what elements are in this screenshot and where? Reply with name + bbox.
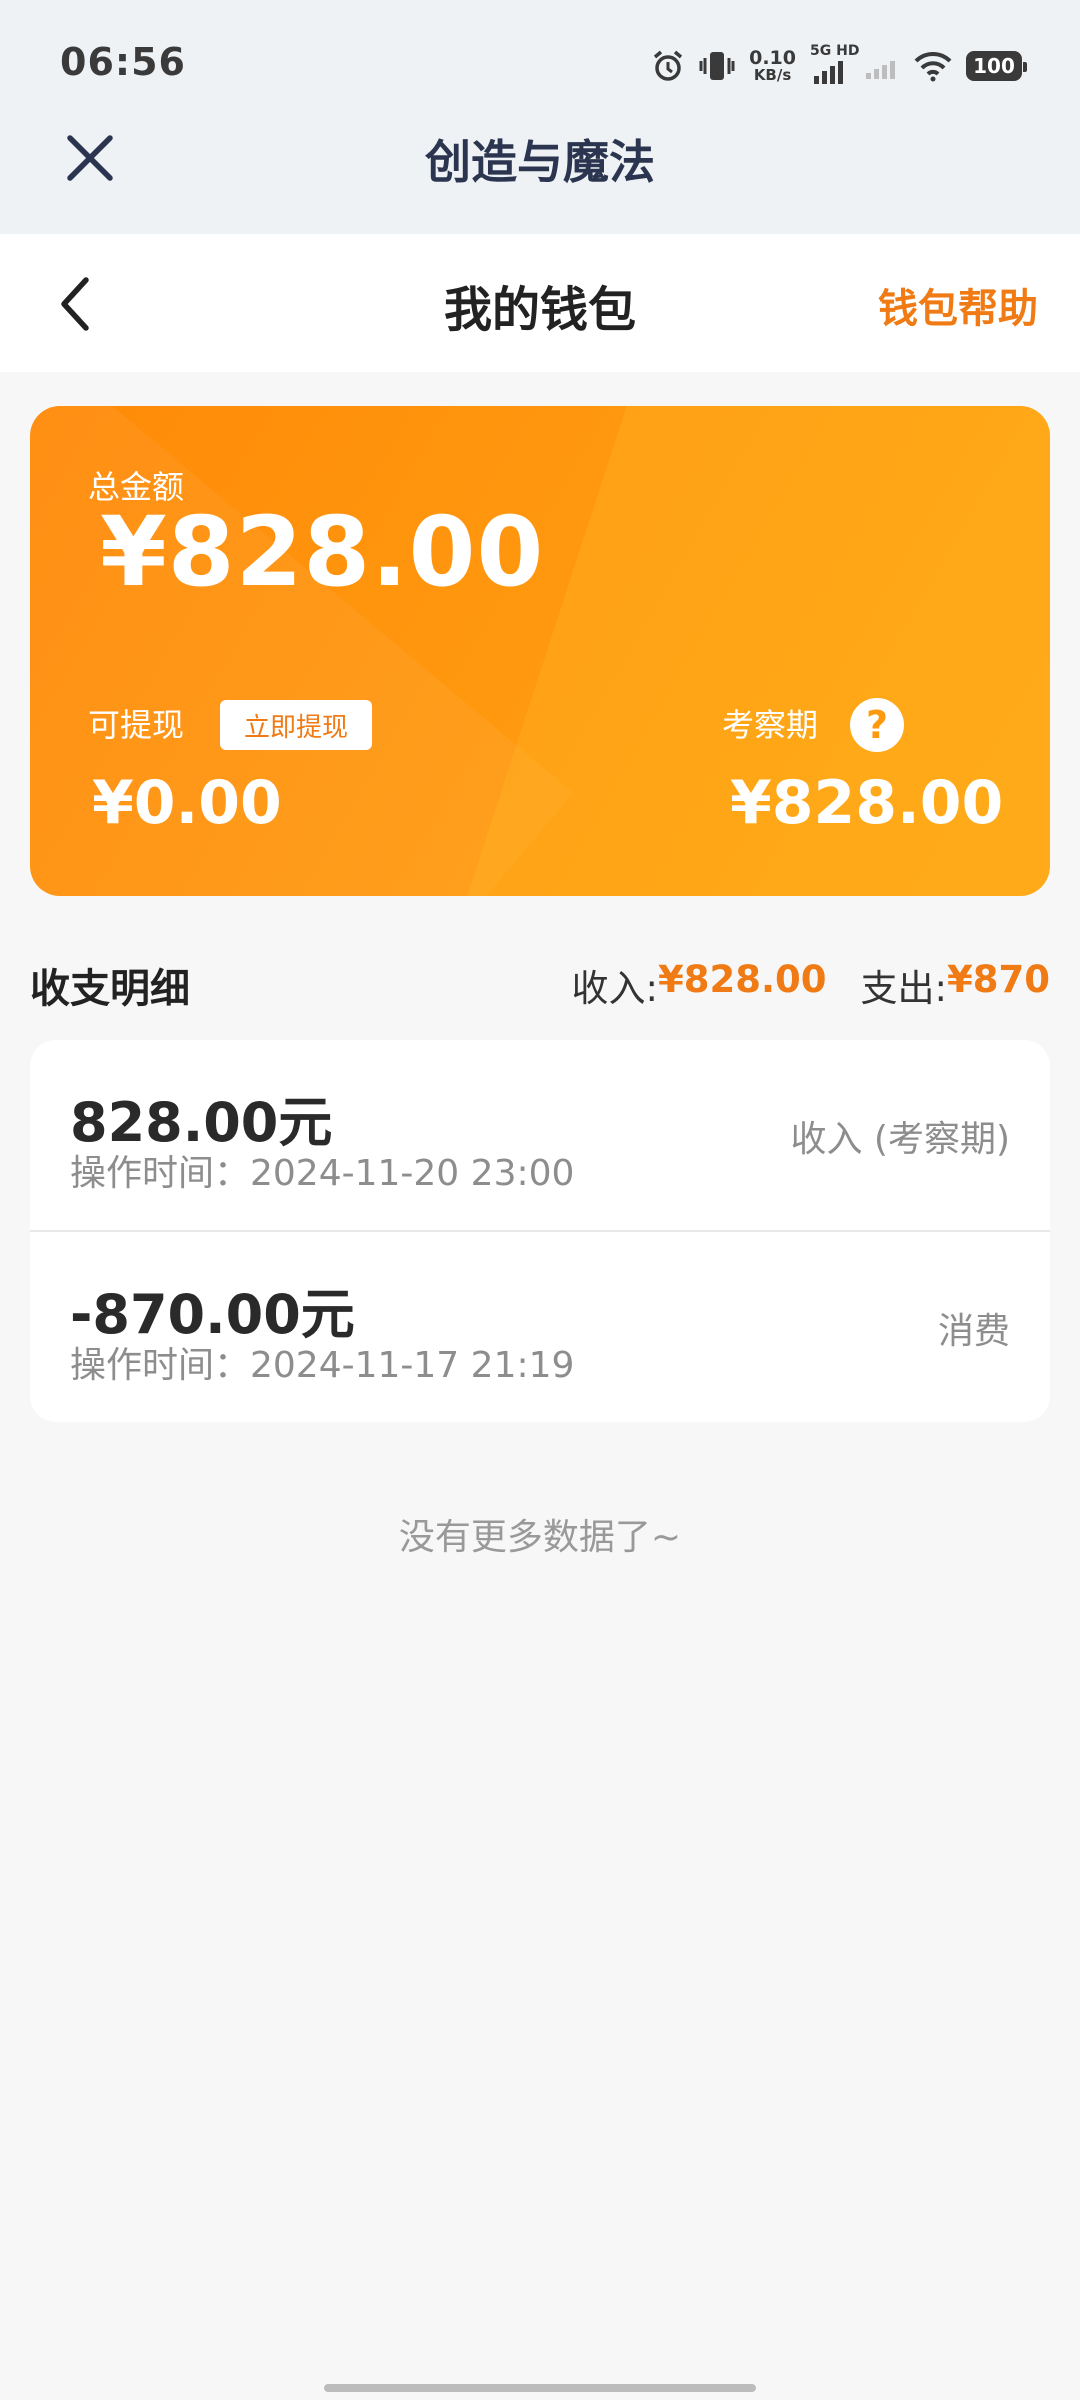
signal-5g-icon: 5G HD [810, 44, 859, 86]
total-amount: ¥828.00 [100, 496, 545, 608]
home-indicator[interactable] [324, 2384, 756, 2392]
list-item[interactable]: -870.00元 操作时间：2024-11-17 21:19 消费 [30, 1230, 1050, 1420]
vibrate-icon [699, 49, 735, 83]
no-more-data-text: 没有更多数据了~ [398, 1517, 682, 1558]
net-speed: 0.10 KB/s [749, 49, 796, 83]
withdrawable-label: 可提现 [88, 706, 185, 744]
wifi-icon [914, 50, 952, 82]
income-label: 收入: [571, 967, 659, 1010]
list-item[interactable]: 828.00元 操作时间：2024-11-20 23:00 收入 (考察期) [30, 1040, 1050, 1230]
transaction-list: 828.00元 操作时间：2024-11-20 23:00 收入 (考察期) -… [30, 1040, 1050, 1422]
webview-header: 06:56 0.10 KB/s 5G HD 100 创造与魔法 [0, 0, 1080, 234]
wallet-card: 总金额 ¥828.00 可提现 立即提现 ¥0.00 考察期 ? ¥828.00 [30, 406, 1050, 896]
record-time: 操作时间：2024-11-20 23:00 [70, 1153, 575, 1194]
status-bar: 06:56 0.10 KB/s 5G HD 100 [0, 0, 1080, 120]
probation-label: 考察期 [722, 706, 819, 744]
alarm-icon [651, 49, 685, 83]
wallet-help-link[interactable]: 钱包帮助 [878, 276, 1038, 334]
income-amount: ¥828.00 [658, 958, 827, 1001]
details-summary: 收入: ¥828.00 支出: ¥870 [572, 958, 1050, 1012]
record-type: 收入 (考察期) [790, 1119, 1010, 1160]
status-icons: 0.10 KB/s 5G HD 100 [651, 44, 1027, 88]
details-title: 收支明细 [30, 966, 190, 1012]
help-question-icon[interactable]: ? [850, 698, 904, 752]
record-time: 操作时间：2024-11-17 21:19 [70, 1345, 575, 1386]
probation-amount: ¥828.00 [730, 768, 1004, 838]
nav-bar: 我的钱包 钱包帮助 [0, 234, 1080, 372]
withdraw-now-button[interactable]: 立即提现 [220, 700, 372, 750]
status-time: 06:56 [60, 40, 186, 84]
battery-icon: 100 [966, 51, 1027, 81]
webview-title: 创造与魔法 [425, 135, 655, 189]
signal-weak-icon [864, 51, 900, 81]
record-type: 消费 [937, 1311, 1010, 1352]
expense-amount: ¥870 [947, 958, 1050, 1001]
net-speed-unit: KB/s [753, 66, 792, 84]
withdrawable-amount: ¥0.00 [92, 768, 282, 838]
expense-label: 支出: [860, 967, 948, 1010]
